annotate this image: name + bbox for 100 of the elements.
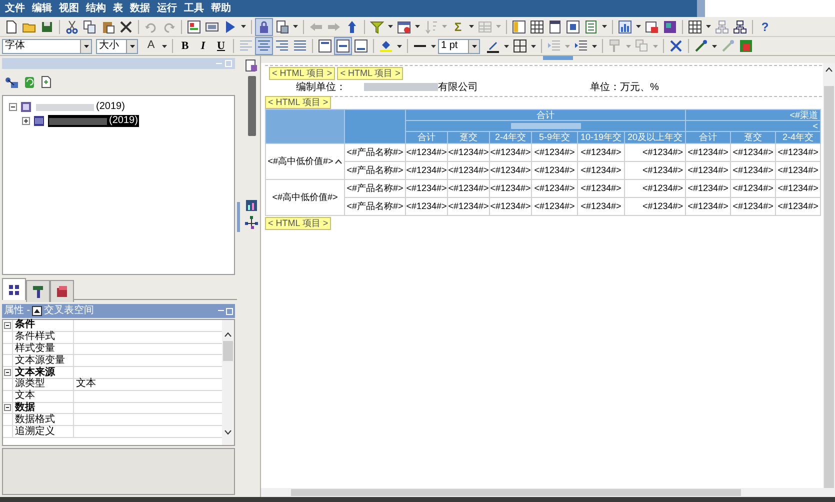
- column-header: 20及以上年交: [624, 132, 686, 144]
- column-header: 10-19年交: [578, 132, 624, 144]
- collapse-icon[interactable]: [32, 306, 42, 316]
- tree-item[interactable]: (2019): [35, 101, 126, 113]
- connection-icon[interactable]: [5, 76, 18, 88]
- table-cell: <#1234#>: [776, 198, 821, 216]
- table-cell: <#1234#>: [490, 180, 532, 198]
- table-cell: <#1234#>: [532, 198, 578, 216]
- menu-item[interactable]: 结构: [86, 4, 106, 14]
- table-cell: <#1234#>: [776, 180, 821, 198]
- table-cell: <#1234#>: [406, 162, 448, 180]
- table-cell: <#1234#>: [578, 180, 624, 198]
- column-header: 5-9年交: [532, 132, 578, 144]
- table-cell: <#1234#>: [532, 180, 578, 198]
- collapse-icon[interactable]: [4, 369, 11, 376]
- table-cell: <#1234#>: [686, 162, 731, 180]
- variables-icon: [8, 282, 20, 296]
- refresh-icon[interactable]: [24, 76, 35, 88]
- table-cell: <#1234#>: [578, 162, 624, 180]
- column-header: 合计: [686, 132, 731, 144]
- database-icon: [20, 101, 32, 113]
- company-name: 有限公司: [438, 80, 478, 94]
- sum-button[interactable]: Σ: [449, 18, 467, 36]
- column-header: 2-4年交: [776, 132, 821, 144]
- menu-item[interactable]: 编辑: [32, 4, 52, 14]
- vertical-scrollbar[interactable]: [222, 320, 234, 445]
- menu-item[interactable]: 文件: [5, 4, 25, 14]
- product-cell: <#产品名称#>: [344, 180, 406, 198]
- panel-tab[interactable]: [50, 280, 74, 302]
- column-header: 趸交: [730, 132, 776, 144]
- dropdown-caret[interactable]: [126, 40, 137, 52]
- chart-icon[interactable]: [245, 199, 258, 212]
- table-cell: <#1234#>: [578, 144, 624, 162]
- panel-tab[interactable]: [2, 278, 26, 300]
- panel-tab[interactable]: [26, 280, 50, 302]
- paint-roller-icon: [32, 284, 44, 298]
- table-cell: <#1234#>: [730, 198, 776, 216]
- category-label: 文本来源: [15, 368, 55, 378]
- html-item-tag[interactable]: < HTML 项目 >: [265, 217, 332, 230]
- collapse-icon[interactable]: [9, 103, 17, 111]
- html-item-tag[interactable]: < HTML 项目 >: [269, 67, 336, 80]
- table-cell: <#1234#>: [686, 144, 731, 162]
- dropdown-caret[interactable]: [468, 40, 479, 52]
- font-dropdown[interactable]: 字体: [2, 38, 92, 54]
- table-cell: <#1234#>: [624, 180, 686, 198]
- table-cell: <#1234#>: [776, 162, 821, 180]
- company-label: 编制单位：: [296, 80, 346, 94]
- table-cell: <#1234#>: [532, 144, 578, 162]
- menu-item[interactable]: 视图: [59, 4, 79, 14]
- menu-item[interactable]: 帮助: [211, 4, 231, 14]
- report-icon[interactable]: [245, 59, 258, 72]
- product-cell: <#产品名称#>: [344, 198, 406, 216]
- menu-item[interactable]: 运行: [157, 4, 177, 14]
- menu-item[interactable]: 工具: [184, 4, 204, 14]
- table-cell: <#1234#>: [776, 144, 821, 162]
- menu-item[interactable]: 表: [113, 4, 123, 14]
- italic-button[interactable]: I: [194, 37, 212, 55]
- vertical-scrollbar[interactable]: [823, 63, 835, 488]
- table-cell: <#1234#>: [490, 198, 532, 216]
- table-cell: <#1234#>: [448, 180, 490, 198]
- table-cell: <#1234#>: [532, 162, 578, 180]
- property-name: 样式变量: [15, 344, 55, 354]
- minimize-icon[interactable]: [218, 310, 224, 312]
- html-item-tag[interactable]: < HTML 项目 >: [265, 96, 332, 109]
- table-cell: <#1234#>: [730, 162, 776, 180]
- html-item-tag[interactable]: < HTML 项目 >: [337, 67, 404, 80]
- table-cell: <#1234#>: [448, 198, 490, 216]
- dropdown-caret[interactable]: [80, 40, 91, 52]
- expand-icon[interactable]: [22, 117, 30, 125]
- property-name: 数据格式: [15, 414, 55, 425]
- menu-item[interactable]: 数据: [130, 4, 150, 14]
- property-name: 文本源变量: [15, 356, 65, 366]
- horizontal-scrollbar-thumb[interactable]: [291, 489, 741, 496]
- collapse-icon[interactable]: [4, 404, 11, 412]
- tree-item[interactable]: (2019): [48, 115, 139, 127]
- table-cell: <#1234#>: [490, 144, 532, 162]
- size-dropdown[interactable]: 大小: [96, 38, 138, 54]
- panel-title: 交叉表空间: [44, 306, 94, 316]
- column-group-subheader: <: [686, 120, 821, 132]
- font-color-button[interactable]: A: [142, 37, 160, 55]
- property-name: 追溯定义: [15, 426, 55, 437]
- scrollbar-thumb[interactable]: [223, 341, 234, 361]
- maximize-icon[interactable]: [226, 308, 233, 314]
- redacted-block: [49, 118, 107, 124]
- bold-button[interactable]: B: [176, 37, 194, 55]
- product-cell: <#产品名称#>: [344, 162, 406, 180]
- hierarchy-icon[interactable]: [245, 216, 258, 229]
- line-width-dropdown[interactable]: 1 pt: [438, 38, 480, 54]
- property-value: 文本: [76, 379, 96, 390]
- help-button[interactable]: ?: [756, 18, 774, 36]
- underline-button[interactable]: U: [212, 37, 230, 55]
- vertical-tab[interactable]: [248, 76, 256, 136]
- table-cell: <#1234#>: [624, 162, 686, 180]
- ruler-marker[interactable]: [543, 56, 573, 60]
- collapse-icon[interactable]: [4, 322, 11, 329]
- scrollbar-thumb[interactable]: [824, 86, 834, 488]
- table-cell: <#1234#>: [624, 144, 686, 162]
- table-cell: <#1234#>: [448, 162, 490, 180]
- document-icon[interactable]: [41, 76, 51, 88]
- category-label: 数据: [15, 402, 35, 413]
